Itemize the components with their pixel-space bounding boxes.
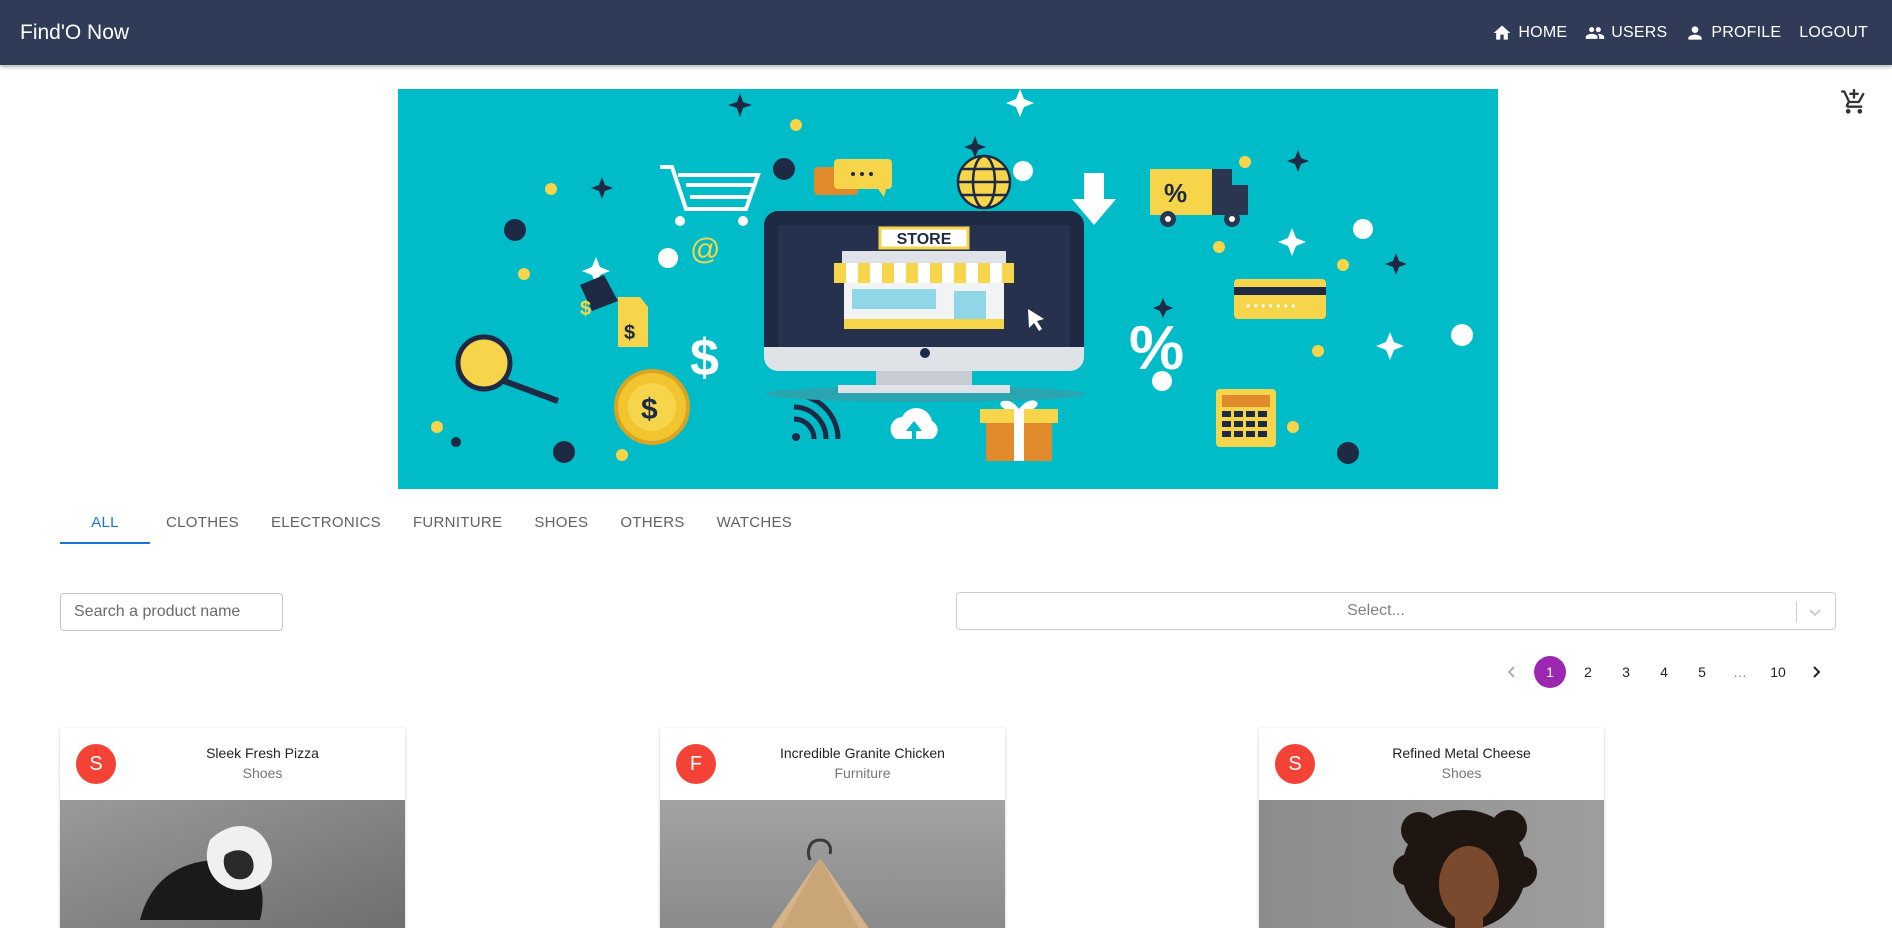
- category-tabs: ALL CLOTHES ELECTRONICS FURNITURE SHOES …: [60, 500, 808, 544]
- chevron-down-icon[interactable]: [1805, 602, 1825, 622]
- app-title[interactable]: Find'O Now: [20, 21, 129, 45]
- chevron-right-icon: [1813, 666, 1821, 678]
- nav-home[interactable]: HOME: [1492, 23, 1567, 43]
- page-5-button[interactable]: 5: [1686, 656, 1718, 688]
- page-4-button[interactable]: 4: [1648, 656, 1680, 688]
- product-category: Shoes: [242, 765, 283, 781]
- users-icon: [1586, 26, 1605, 39]
- avatar: S: [1275, 744, 1315, 784]
- nav-logout-label: LOGOUT: [1799, 23, 1868, 41]
- svg-text:$: $: [641, 393, 658, 426]
- card-header: S Refined Metal Cheese Shoes: [1259, 728, 1604, 800]
- product-card[interactable]: S Sleek Fresh Pizza Shoes: [60, 728, 405, 928]
- tab-shoes[interactable]: SHOES: [518, 500, 604, 544]
- tab-all[interactable]: ALL: [60, 500, 150, 544]
- card-header: S Sleek Fresh Pizza Shoes: [60, 728, 405, 800]
- person-icon: [1688, 25, 1703, 40]
- pagination-next-button[interactable]: [1800, 656, 1832, 688]
- page-3-button[interactable]: 3: [1610, 656, 1642, 688]
- select-separator: [1796, 601, 1797, 623]
- tab-electronics[interactable]: ELECTRONICS: [255, 500, 397, 544]
- banner-store-sign: STORE: [897, 231, 952, 248]
- svg-text:$: $: [580, 298, 591, 320]
- home-icon: [1494, 25, 1511, 40]
- svg-text:%: %: [1164, 178, 1187, 208]
- product-card[interactable]: F Incredible Granite Chicken Furniture: [660, 728, 1005, 928]
- chevron-left-icon: [1507, 666, 1515, 678]
- page-10-button[interactable]: 10: [1762, 656, 1794, 688]
- pagination-prev-button[interactable]: [1496, 656, 1528, 688]
- svg-text:$: $: [624, 322, 635, 344]
- tab-watches[interactable]: WATCHES: [701, 500, 808, 544]
- sort-select[interactable]: Select...: [956, 592, 1836, 630]
- product-name: Sleek Fresh Pizza: [206, 745, 319, 761]
- product-name: Incredible Granite Chicken: [780, 745, 945, 761]
- product-image: [1259, 800, 1604, 928]
- avatar: F: [676, 744, 716, 784]
- nav-home-label: HOME: [1518, 23, 1568, 41]
- tab-furniture[interactable]: FURNITURE: [397, 500, 518, 544]
- product-category: Shoes: [1441, 765, 1482, 781]
- online-store-illustration: @ % • • • • • • • % $ $ $ $ STORE: [398, 89, 1498, 489]
- svg-text:• • • • • • •: • • • • • • •: [1246, 299, 1295, 313]
- svg-text:%: %: [1129, 314, 1184, 383]
- top-nav: HOME USERS PROFILE LOGOUT: [1492, 0, 1868, 65]
- pagination-ellipsis: …: [1733, 664, 1747, 680]
- nav-users[interactable]: USERS: [1585, 23, 1667, 43]
- hero-banner: @ % • • • • • • • % $ $ $ $ STORE: [398, 89, 1498, 489]
- app-bar: Find'O Now HOME USERS PROFILE LOGOUT: [0, 0, 1892, 65]
- add-to-cart-icon[interactable]: [1840, 88, 1868, 116]
- pagination: 1 2 3 4 5 … 10: [1496, 655, 1832, 689]
- svg-text:@: @: [690, 233, 720, 266]
- card-header: F Incredible Granite Chicken Furniture: [660, 728, 1005, 800]
- product-image: [60, 800, 405, 928]
- tab-others[interactable]: OTHERS: [604, 500, 700, 544]
- avatar: S: [76, 744, 116, 784]
- svg-text:$: $: [690, 329, 719, 387]
- nav-profile-label: PROFILE: [1711, 23, 1782, 41]
- page-2-button[interactable]: 2: [1572, 656, 1604, 688]
- nav-logout[interactable]: LOGOUT: [1799, 24, 1868, 42]
- nav-users-label: USERS: [1611, 23, 1668, 41]
- search-input[interactable]: [60, 593, 283, 631]
- product-image: [660, 800, 1005, 928]
- product-category: Furniture: [834, 765, 891, 781]
- nav-profile[interactable]: PROFILE: [1685, 23, 1781, 43]
- tab-clothes[interactable]: CLOTHES: [150, 500, 255, 544]
- product-name: Refined Metal Cheese: [1392, 745, 1531, 761]
- page-1-button[interactable]: 1: [1534, 656, 1566, 688]
- select-placeholder: Select...: [1347, 602, 1405, 619]
- product-card[interactable]: S Refined Metal Cheese Shoes: [1259, 728, 1604, 928]
